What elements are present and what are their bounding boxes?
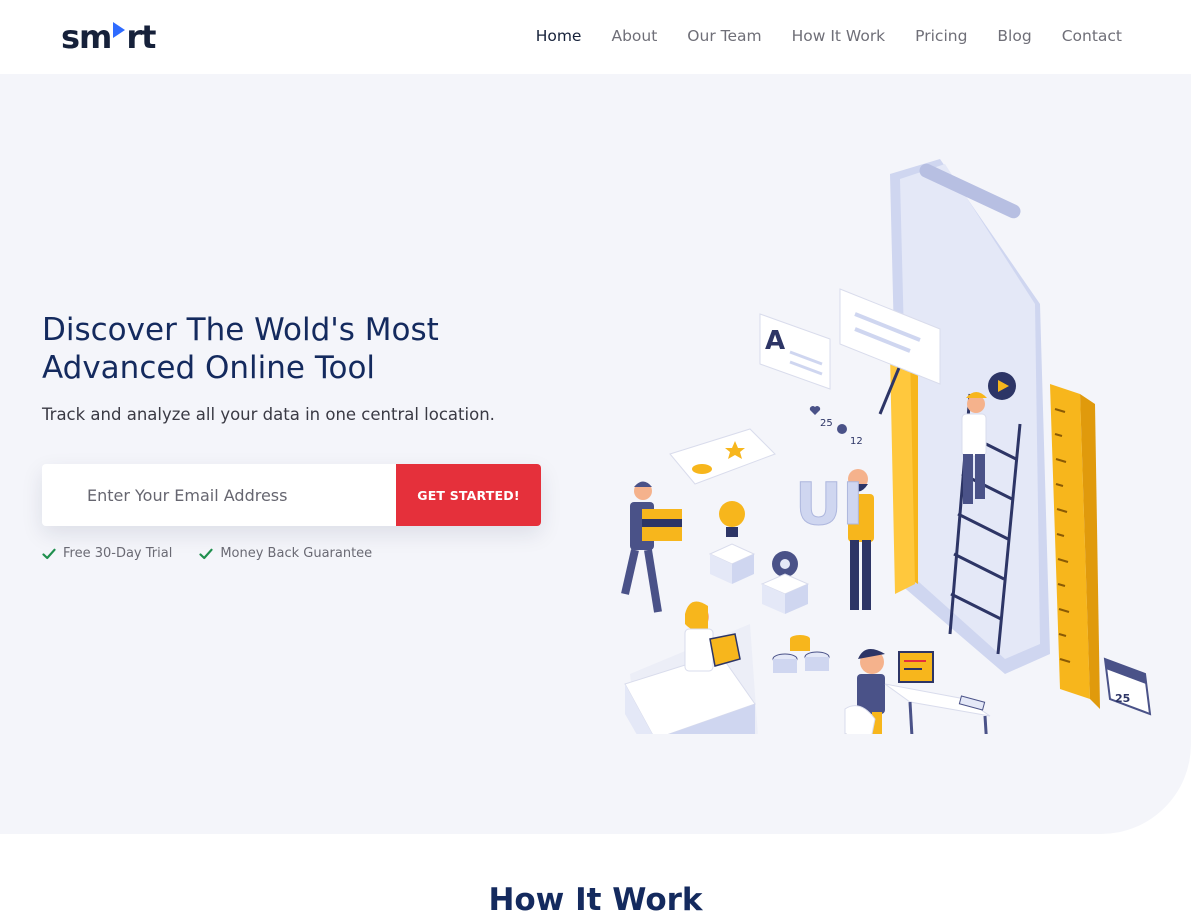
email-input[interactable] <box>42 464 396 526</box>
brand-logo[interactable]: sm rt <box>61 18 156 56</box>
delivery-person <box>621 481 682 613</box>
check-icon <box>199 548 213 559</box>
calendar-graphic: 25 <box>1103 657 1152 716</box>
logo-play-icon <box>113 22 126 38</box>
nav-item-about[interactable]: About <box>611 26 657 46</box>
site-header: sm rt Home About Our Team How It Work Pri… <box>0 0 1191 74</box>
social-stats-graphic: 25 12 <box>809 406 863 447</box>
svg-text:A: A <box>765 326 785 356</box>
nav-item-our-team[interactable]: Our Team <box>687 26 761 46</box>
hero-subtitle: Track and analyze all your data in one c… <box>42 405 495 424</box>
man-at-desk <box>844 649 991 734</box>
rating-card-graphic <box>669 428 776 485</box>
feature-label: Money Back Guarantee <box>220 546 373 561</box>
lightbulb-box-graphic <box>708 501 756 584</box>
get-started-button[interactable]: GET STARTED! <box>396 464 541 526</box>
main-nav: Home About Our Team How It Work Pricing … <box>506 26 1122 46</box>
svg-text:12: 12 <box>850 436 863 447</box>
logo-text-left: sm <box>61 18 112 56</box>
section-title-how-it-work: How It Work <box>488 882 703 918</box>
coin-stacks-graphic <box>772 635 830 673</box>
hero-section: Discover The Wold's Most Advanced Online… <box>0 74 1191 834</box>
feature-item: Free 30-Day Trial <box>42 546 172 561</box>
check-icon <box>42 548 56 559</box>
hero-illustration: UI A 25 12 25 <box>621 159 1152 734</box>
svg-text:25: 25 <box>1115 692 1130 705</box>
nav-item-blog[interactable]: Blog <box>997 26 1031 46</box>
nav-item-contact[interactable]: Contact <box>1062 26 1122 46</box>
hero-title: Discover The Wold's Most Advanced Online… <box>42 312 439 386</box>
svg-text:UI: UI <box>795 470 864 538</box>
ui-letters-graphic: UI <box>795 470 865 539</box>
ruler-graphic <box>1050 384 1100 709</box>
feature-label: Free 30-Day Trial <box>63 546 173 561</box>
gear-box-graphic <box>760 551 810 614</box>
svg-text:25: 25 <box>820 418 833 429</box>
nav-item-home[interactable]: Home <box>536 26 582 46</box>
feature-list: Free 30-Day Trial Money Back Guarantee <box>42 546 399 561</box>
nav-item-pricing[interactable]: Pricing <box>915 26 967 46</box>
logo-text-right: rt <box>126 18 156 56</box>
signup-form: GET STARTED! <box>42 464 541 526</box>
nav-item-how-it-work[interactable]: How It Work <box>792 26 886 46</box>
feature-item: Money Back Guarantee <box>199 546 372 561</box>
